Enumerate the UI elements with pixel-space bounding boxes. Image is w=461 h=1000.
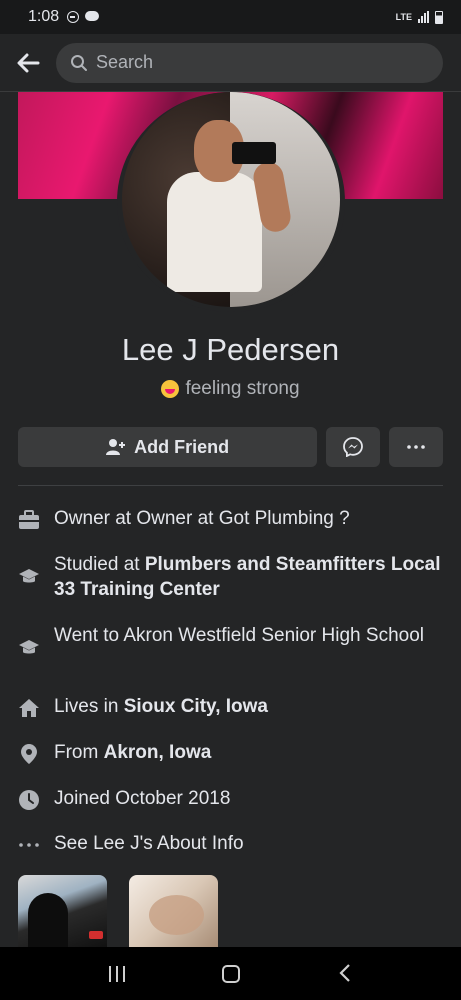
intro-hometown-prefix: From: [54, 742, 104, 763]
status-bar: 1:08 LTE: [0, 0, 461, 34]
back-nav-button[interactable]: [338, 963, 352, 984]
home-icon: [18, 697, 40, 719]
intro-joined: Joined October 2018: [18, 786, 230, 811]
top-bar: [0, 34, 461, 92]
search-input[interactable]: [96, 52, 429, 73]
feeling-text: feeling strong: [185, 378, 300, 399]
intro-hometown-name[interactable]: Akron, Iowa: [104, 742, 212, 763]
intro-current-city-name[interactable]: Sioux City, Iowa: [124, 696, 268, 717]
see-about-info-link[interactable]: See Lee J's About Info: [18, 831, 244, 856]
intro-college-prefix: Studied at: [54, 554, 145, 575]
cloud-icon: [85, 11, 100, 21]
profile-picture[interactable]: [122, 92, 340, 307]
intro-hometown: From Akron, Iowa: [18, 740, 211, 765]
add-friend-button[interactable]: Add Friend: [18, 427, 318, 467]
message-button[interactable]: [326, 427, 381, 467]
photo-thumbnail[interactable]: [18, 875, 107, 947]
photo-thumbnail[interactable]: [129, 875, 218, 947]
intro-current-city: Lives in Sioux City, Iowa: [18, 694, 268, 719]
do-not-disturb-icon: [67, 11, 80, 23]
divider: [18, 485, 443, 486]
more-icon: [407, 445, 425, 449]
see-about-info-text: See Lee J's About Info: [54, 833, 244, 854]
feeling-status: feeling strong: [0, 378, 461, 400]
chevron-left-icon: [339, 964, 350, 982]
strong-emoji-icon: [161, 380, 180, 398]
ellipsis-icon: [18, 834, 40, 856]
battery-icon: [435, 10, 443, 24]
recent-apps-button[interactable]: [108, 965, 125, 982]
profile-name: Lee J Pedersen: [121, 332, 340, 367]
profile-actions: Add Friend: [18, 427, 444, 467]
intro-highschool: Went to Akron Westfield Senior High Scho…: [18, 623, 424, 659]
intro-work: Owner at Owner at Got Plumbing ?: [18, 506, 350, 531]
messenger-icon: [343, 437, 364, 457]
status-right: LTE: [395, 10, 443, 24]
status-time: 1:08: [28, 8, 60, 25]
signal-icon: [418, 11, 429, 23]
graduation-cap-icon: [18, 566, 40, 588]
back-arrow-icon: [17, 53, 40, 72]
search-icon: [71, 54, 87, 71]
add-friend-icon: [106, 439, 126, 455]
briefcase-icon: [18, 509, 40, 531]
home-button[interactable]: [222, 964, 241, 983]
clock-icon: [18, 789, 40, 811]
profile-content: Lee J Pedersen feeling strong Add Friend: [0, 92, 461, 947]
status-icons-left: [67, 11, 100, 23]
system-nav-bar: [0, 947, 461, 1000]
search-bar[interactable]: [56, 42, 443, 83]
intro-work-text: Owner at Owner at Got Plumbing ?: [54, 508, 350, 529]
graduation-cap-icon: [18, 637, 40, 659]
intro-highschool-text: Went to Akron Westfield Senior High Scho…: [54, 625, 424, 646]
add-friend-label: Add Friend: [134, 436, 230, 457]
back-button[interactable]: [14, 49, 42, 77]
intro-joined-text: Joined October 2018: [54, 788, 231, 809]
intro-current-city-prefix: Lives in: [54, 696, 124, 717]
network-type: LTE: [395, 11, 412, 22]
intro-college: Studied at Plumbers and Steamfitters Loc…: [18, 552, 443, 602]
more-options-button[interactable]: [389, 427, 444, 467]
location-pin-icon: [18, 743, 40, 765]
